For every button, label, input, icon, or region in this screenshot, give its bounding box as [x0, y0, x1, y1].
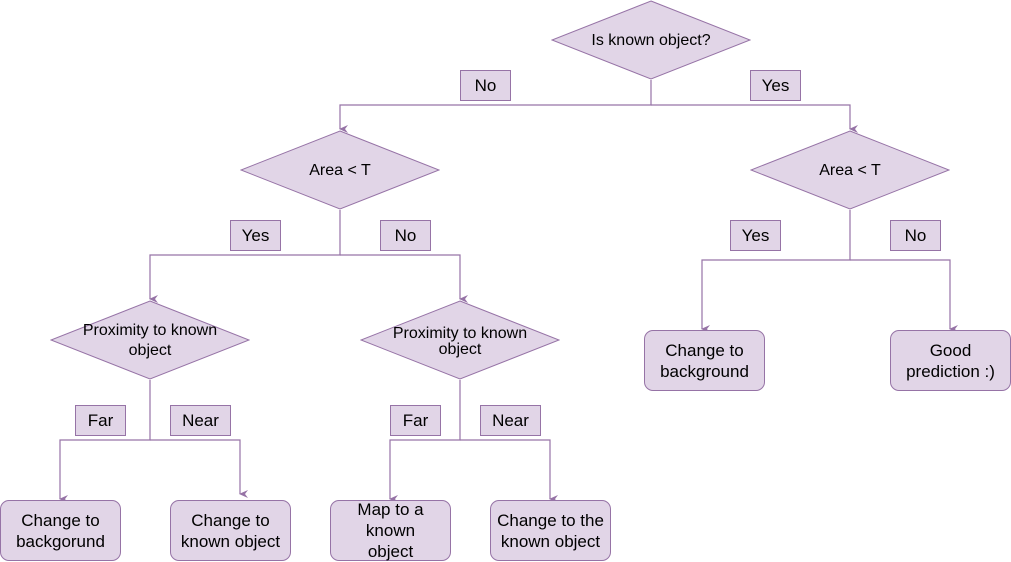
edge-label-right-area-no: No	[890, 220, 941, 251]
leaf-change-to-background-left[interactable]: Change to backgorund	[0, 500, 121, 561]
edge-label-prox-right-far: Far	[390, 405, 441, 436]
edge-prox-right-near	[460, 439, 558, 503]
leaf-map-to-known-object[interactable]: Map to a known object	[330, 500, 451, 561]
edge-prox-left-near	[150, 439, 248, 498]
decision-label: Area < T	[819, 161, 881, 179]
edge-left-area-no	[340, 254, 468, 303]
edge-label-prox-right-near: Near	[480, 405, 541, 436]
edge-right-area-no	[850, 259, 958, 333]
edge-label-root-no: No	[460, 70, 511, 101]
edge-label-left-area-yes: Yes	[230, 220, 281, 251]
leaf-change-to-known-object[interactable]: Change to known object	[170, 500, 291, 561]
decision-prox-left[interactable]: Proximity to known object	[50, 300, 250, 380]
decision-label: Is known object?	[591, 31, 711, 49]
decision-right-area[interactable]: Area < T	[750, 130, 950, 210]
decision-left-area[interactable]: Area < T	[240, 130, 440, 210]
decision-label: Proximity to known object	[392, 325, 528, 358]
edge-label-left-area-no: No	[380, 220, 431, 251]
edge-label-right-area-yes: Yes	[730, 220, 781, 251]
edge-label-prox-left-far: Far	[75, 405, 126, 436]
leaf-change-to-background-right[interactable]: Change to background	[644, 330, 765, 391]
edge-label-prox-left-near: Near	[170, 405, 231, 436]
decision-prox-right[interactable]: Proximity to known object	[360, 300, 560, 380]
edge-root-yes	[651, 104, 858, 133]
leaf-change-to-the-known-object[interactable]: Change to the known object	[490, 500, 611, 561]
edge-prox-right-far	[389, 380, 461, 503]
edge-prox-left-far	[59, 380, 151, 503]
decision-is-known-object[interactable]: Is known object?	[551, 0, 751, 80]
edge-label-root-yes: Yes	[750, 70, 801, 101]
leaf-good-prediction[interactable]: Good prediction :)	[890, 330, 1011, 391]
decision-label: Area < T	[309, 161, 371, 179]
decision-label: Proximity to known object	[82, 322, 218, 359]
